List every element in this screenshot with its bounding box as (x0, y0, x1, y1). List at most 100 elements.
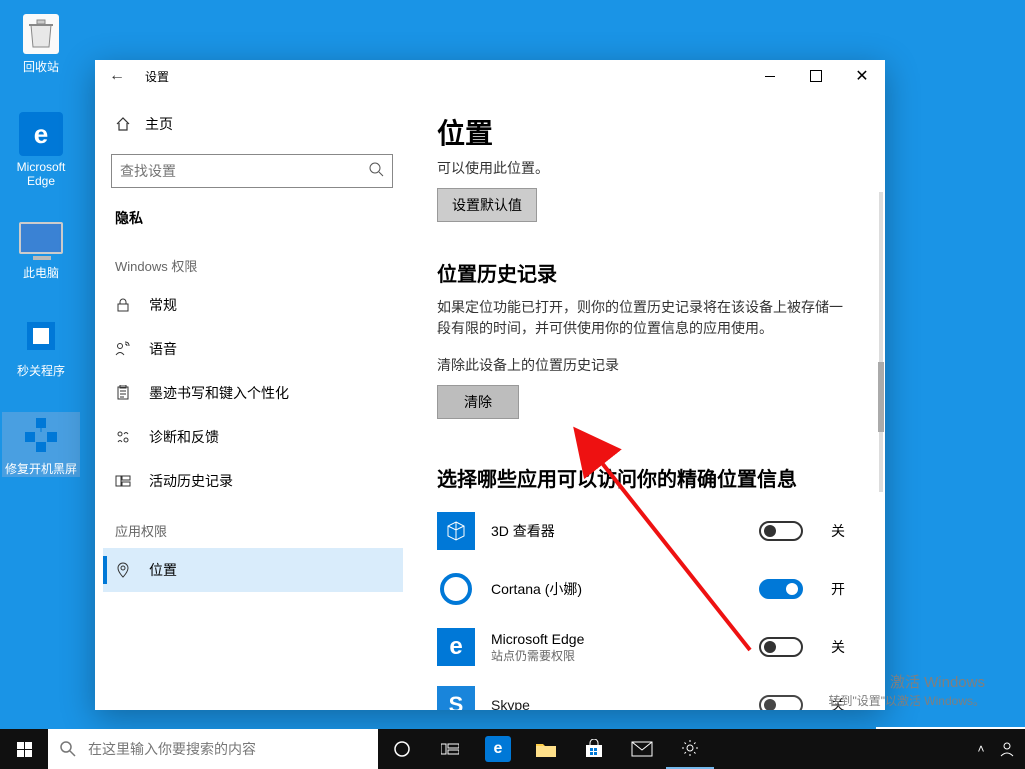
page-title: 位置 (437, 112, 855, 152)
windows-logo-icon (17, 742, 32, 757)
toggle-state: 关 (831, 521, 855, 541)
watermark-line2: 转到"设置"以激活 Windows。 (828, 692, 985, 709)
window-controls: ✕ (747, 60, 885, 92)
taskbar-edge[interactable]: e (474, 729, 522, 769)
desktop-label: 回收站 (2, 58, 80, 75)
home-label: 主页 (145, 114, 173, 134)
cortana-button[interactable] (378, 729, 426, 769)
history-description: 如果定位功能已打开，则你的位置历史记录将在该设备上被存储一段有限的时间，并可供使… (437, 297, 855, 339)
sidebar: 主页 隐私 Windows 权限 常规 语音 墨迹书写和键入个性化 (95, 92, 403, 710)
nav-label: 常规 (149, 295, 177, 315)
maximize-button[interactable] (793, 60, 839, 92)
desktop-icon-recycle-bin[interactable]: 回收站 (2, 14, 80, 75)
tray-people[interactable] (995, 729, 1019, 769)
app-icon (19, 412, 63, 456)
taskbar-settings-active[interactable] (666, 729, 714, 769)
clipboard-icon (115, 385, 131, 401)
section-label: 应用权限 (103, 503, 403, 548)
app-name: 3D 查看器 (491, 521, 743, 541)
window-title: 设置 (145, 68, 169, 85)
set-default-button[interactable]: 设置默认值 (437, 188, 537, 222)
location-icon (115, 562, 131, 578)
edge-icon: e (437, 628, 475, 666)
taskbar: 在这里输入你要搜索的内容 e ˄ (0, 729, 1025, 769)
history-icon (115, 473, 131, 489)
nav-location[interactable]: 位置 (103, 548, 403, 592)
scrollbar-thumb[interactable] (878, 362, 884, 432)
search-icon (60, 741, 76, 757)
home-nav[interactable]: 主页 (103, 104, 403, 144)
cutoff-text: 可以使用此位置。 (437, 158, 855, 178)
apps-heading: 选择哪些应用可以访问你的精确位置信息 (437, 463, 855, 492)
task-view-button[interactable] (426, 729, 474, 769)
desktop-icon-sec-shutdown[interactable]: 秒关程序 (2, 314, 80, 379)
app-row-cortana: Cortana (小娜) 开 (437, 560, 855, 618)
app-name: Skype (491, 697, 743, 710)
toggle-skype[interactable] (759, 695, 803, 710)
taskbar-explorer[interactable] (522, 729, 570, 769)
desktop-icon-fix-blackscreen[interactable]: 修复开机黑屏 (2, 412, 80, 477)
taskbar-store[interactable] (570, 729, 618, 769)
nav-general[interactable]: 常规 (103, 283, 403, 327)
toggle-state: 开 (831, 579, 855, 599)
pc-icon (19, 216, 63, 260)
nav-label: 墨迹书写和键入个性化 (149, 383, 289, 403)
search-placeholder: 在这里输入你要搜索的内容 (88, 739, 256, 759)
desktop-label: 秒关程序 (2, 362, 80, 379)
nav-label: 语音 (149, 339, 177, 359)
taskbar-mail[interactable] (618, 729, 666, 769)
edge-icon: e (19, 112, 63, 156)
toggle-state: 关 (831, 637, 855, 657)
close-button[interactable]: ✕ (839, 60, 885, 92)
watermark-line1: 激活 Windows (828, 671, 985, 692)
nav-speech[interactable]: 语音 (103, 327, 403, 371)
app-subtitle: 站点仍需要权限 (491, 647, 743, 664)
nav-diagnostics[interactable]: 诊断和反馈 (103, 415, 403, 459)
settings-window: ← 设置 ✕ 主页 隐私 Windows 权限 常规 (95, 60, 885, 710)
desktop-label: Microsoft Edge (2, 160, 80, 188)
nav-label: 活动历史记录 (149, 471, 233, 491)
desktop-label: 此电脑 (2, 264, 80, 281)
skype-icon: S (437, 686, 475, 710)
toggle-cortana[interactable] (759, 579, 803, 599)
taskbar-pinned: e (378, 729, 714, 769)
nav-label: 位置 (149, 560, 177, 580)
recycle-bin-icon (23, 14, 59, 54)
clear-label: 清除此设备上的位置历史记录 (437, 355, 855, 375)
nav-activity-history[interactable]: 活动历史记录 (103, 459, 403, 503)
nav-label: 诊断和反馈 (149, 427, 219, 447)
scrollbar-track[interactable] (879, 192, 883, 492)
tray-expand[interactable]: ˄ (969, 729, 993, 769)
toggle-3d-viewer[interactable] (759, 521, 803, 541)
section-label: Windows 权限 (103, 238, 403, 283)
search-input-wrapper[interactable] (111, 154, 393, 188)
toggle-edge[interactable] (759, 637, 803, 657)
lock-icon (115, 297, 131, 313)
taskbar-search[interactable]: 在这里输入你要搜索的内容 (48, 729, 378, 769)
titlebar: ← 设置 ✕ (95, 60, 885, 92)
desktop-icon-this-pc[interactable]: 此电脑 (2, 216, 80, 281)
3d-viewer-icon (437, 512, 475, 550)
feedback-icon (115, 429, 131, 445)
clear-button[interactable]: 清除 (437, 385, 519, 419)
app-row-edge: e Microsoft Edge 站点仍需要权限 关 (437, 618, 855, 676)
back-button[interactable]: ← (109, 67, 137, 85)
home-icon (115, 116, 131, 132)
app-icon (19, 314, 63, 358)
nav-inking[interactable]: 墨迹书写和键入个性化 (103, 371, 403, 415)
cortana-icon (437, 570, 475, 608)
desktop-icon-edge[interactable]: e Microsoft Edge (2, 112, 80, 188)
app-row-3d-viewer: 3D 查看器 关 (437, 502, 855, 560)
speech-icon (115, 341, 131, 357)
category-label: 隐私 (103, 198, 403, 238)
minimize-button[interactable] (747, 60, 793, 92)
search-input[interactable] (120, 163, 368, 179)
app-row-skype: S Skype 关 (437, 676, 855, 710)
content-pane: 位置 可以使用此位置。 设置默认值 位置历史记录 如果定位功能已打开，则你的位置… (403, 92, 885, 710)
desktop-label: 修复开机黑屏 (2, 460, 80, 477)
history-heading: 位置历史记录 (437, 258, 855, 287)
start-button[interactable] (0, 729, 48, 769)
app-name: Cortana (小娜) (491, 579, 743, 599)
system-tray: ˄ (969, 729, 1025, 769)
app-name: Microsoft Edge (491, 631, 743, 647)
